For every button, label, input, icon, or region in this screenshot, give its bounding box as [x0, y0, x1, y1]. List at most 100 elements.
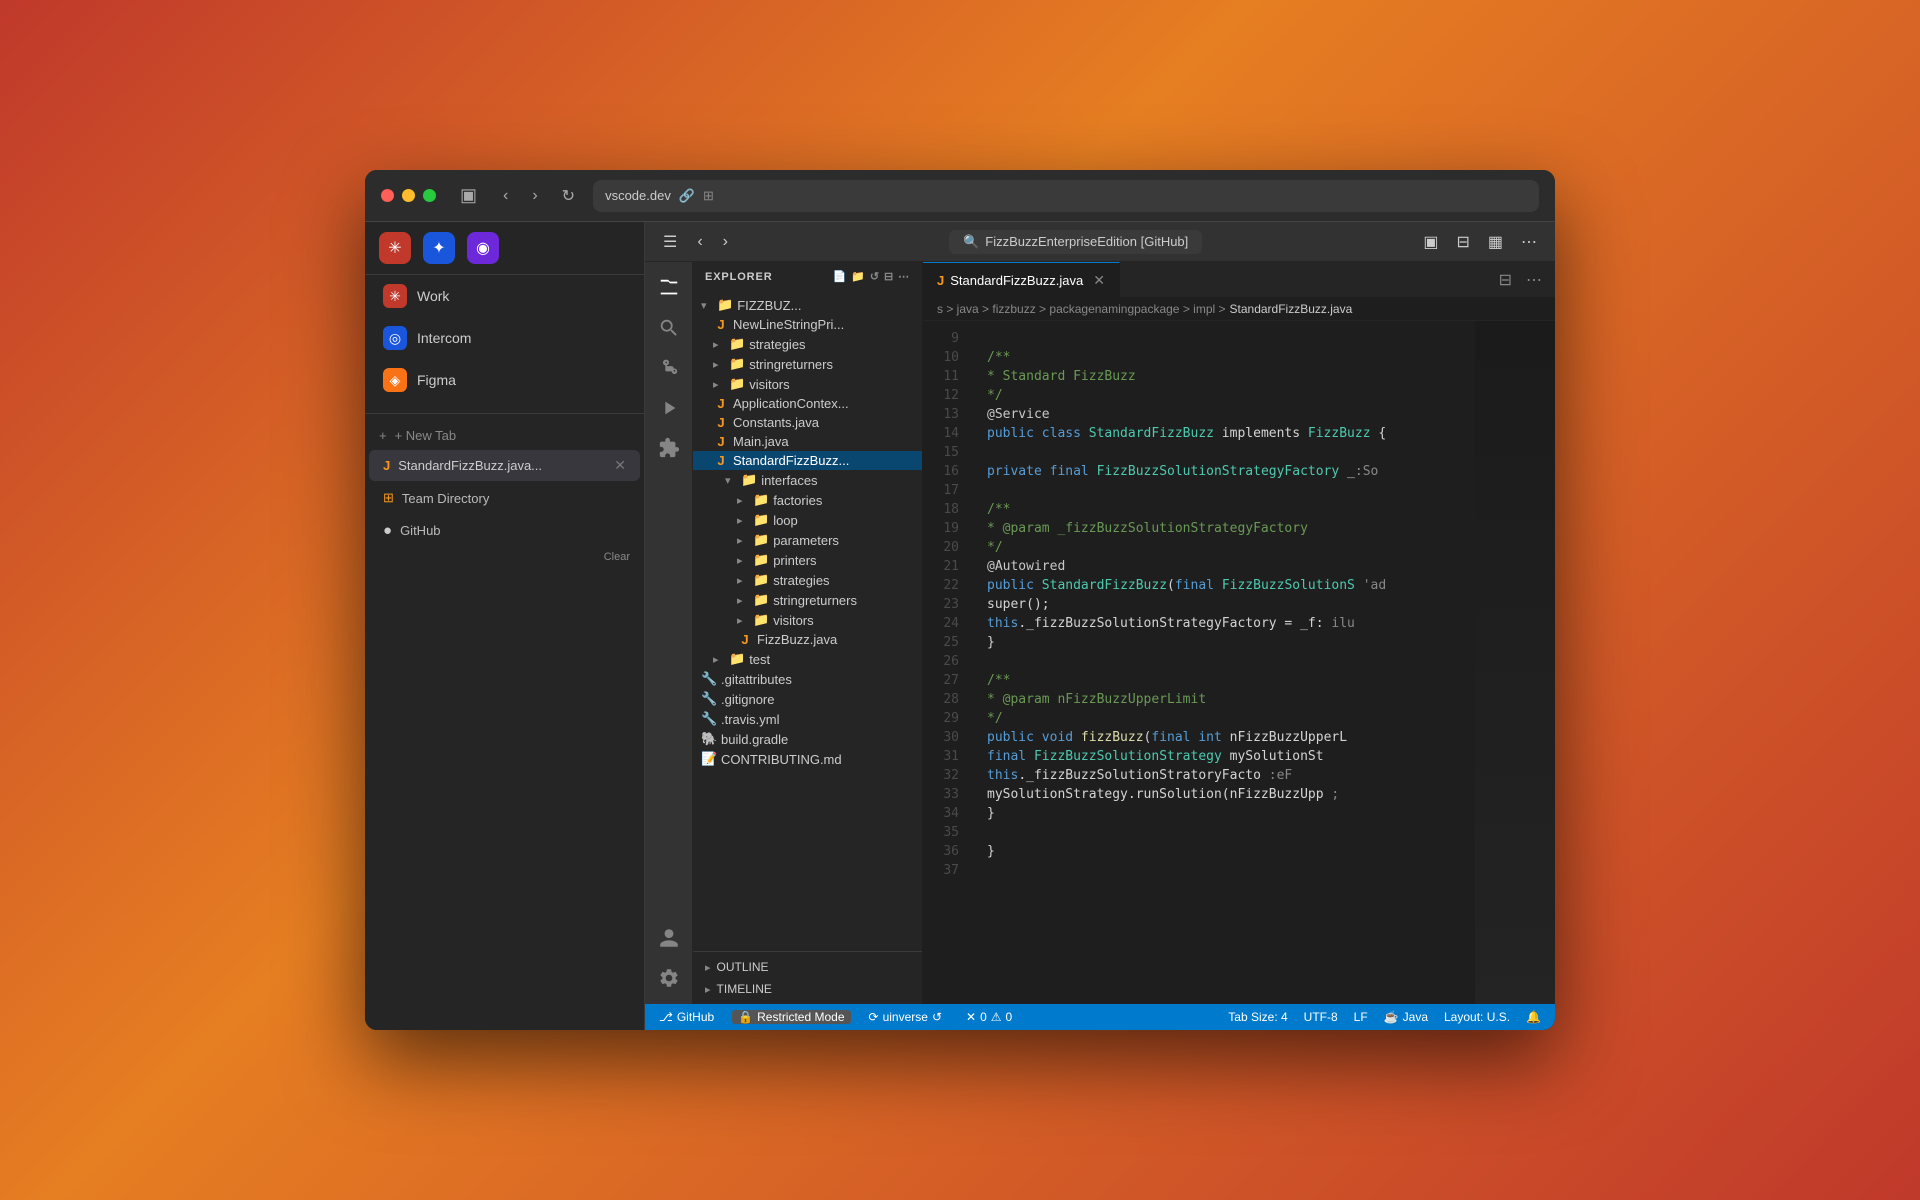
- source-control-activity-btn[interactable]: [651, 350, 687, 386]
- new-tab-button[interactable]: + + New Tab: [365, 422, 644, 449]
- status-uinverse[interactable]: ⟳ uinverse ↺: [863, 1010, 948, 1024]
- status-github[interactable]: ⎇ GitHub: [653, 1010, 720, 1024]
- editor-tab-standardfizzbuzz[interactable]: J StandardFizzBuzz.java ✕: [923, 262, 1120, 297]
- titlebar-forward-btn[interactable]: ›: [717, 230, 734, 254]
- code-line: [987, 481, 1459, 500]
- favicon-extensions[interactable]: ✳: [379, 232, 411, 264]
- sidebar-item-intercom[interactable]: ◎ Intercom: [369, 318, 640, 358]
- line-num: 35: [923, 823, 959, 842]
- tree-label: .gitattributes: [721, 672, 792, 687]
- layout-btn[interactable]: ▦: [1482, 229, 1509, 255]
- folder-icon: 📁: [729, 356, 745, 372]
- split-editor-right-btn[interactable]: ⊟: [1494, 267, 1517, 293]
- tree-folder-printers[interactable]: ▸ 📁 printers: [693, 550, 922, 570]
- repo-name-bar[interactable]: 🔍 FizzBuzzEnterpriseEdition [GitHub]: [949, 230, 1202, 254]
- favicon-slack[interactable]: ✦: [423, 232, 455, 264]
- tree-folder-stringreturners[interactable]: ▸ 📁 stringreturners: [693, 354, 922, 374]
- new-folder-icon[interactable]: 📁: [851, 270, 866, 283]
- tree-file-appcontext[interactable]: J ApplicationContex...: [693, 394, 922, 413]
- favicon-arc[interactable]: ◉: [467, 232, 499, 264]
- tree-folder-visitors[interactable]: ▸ 📁 visitors: [693, 374, 922, 394]
- status-encoding[interactable]: UTF-8: [1298, 1010, 1344, 1024]
- tree-folder-parameters[interactable]: ▸ 📁 parameters: [693, 530, 922, 550]
- tree-folder-visitors2[interactable]: ▸ 📁 visitors: [693, 610, 922, 630]
- refresh-icon[interactable]: ↺: [870, 270, 880, 283]
- tree-folder-test[interactable]: ▸ 📁 test: [693, 649, 922, 669]
- explorer-panel: EXPLORER 📄 📁 ↺ ⊟ ⋯ ▾ 📁: [693, 262, 923, 1004]
- titlebar-back-btn[interactable]: ‹: [691, 230, 708, 254]
- code-line: * @param nFizzBuzzUpperLimit: [987, 690, 1459, 709]
- more-actions-btn[interactable]: ⋯: [1515, 229, 1543, 255]
- status-layout[interactable]: Layout: U.S.: [1438, 1010, 1516, 1024]
- tree-file-newline[interactable]: J NewLineStringPri...: [693, 315, 922, 334]
- sidebar-toggle-btn[interactable]: ▣: [452, 181, 485, 210]
- status-tab-size-label: Tab Size: 4: [1228, 1010, 1287, 1024]
- collapse-icon[interactable]: ⊟: [884, 270, 894, 283]
- folder-chevron: ▸: [713, 338, 725, 351]
- split-editor-btn[interactable]: ⊟: [1450, 229, 1475, 255]
- editor-tab-close[interactable]: ✕: [1093, 272, 1105, 289]
- folder-chevron: ▸: [737, 534, 749, 547]
- forward-button[interactable]: ›: [526, 183, 543, 209]
- account-activity-btn[interactable]: [651, 920, 687, 956]
- tree-folder-interfaces[interactable]: ▾ 📁 interfaces: [693, 470, 922, 490]
- status-tab-size[interactable]: Tab Size: 4: [1222, 1010, 1293, 1024]
- explorer-activity-btn[interactable]: [651, 270, 687, 306]
- tree-label-printers: printers: [773, 553, 816, 568]
- outline-section[interactable]: ▸ OUTLINE: [693, 956, 922, 978]
- run-activity-btn[interactable]: [651, 390, 687, 426]
- sidebar-item-work[interactable]: ✳ Work: [369, 276, 640, 316]
- extensions-activity-btn[interactable]: [651, 430, 687, 466]
- tree-file-buildgradle[interactable]: 🐘 build.gradle: [693, 729, 922, 749]
- code-content[interactable]: /** * Standard FizzBuzz */ @Service publ…: [971, 321, 1475, 1004]
- close-traffic-light[interactable]: [381, 189, 394, 202]
- url-bar[interactable]: vscode.dev 🔗 ⊞: [593, 180, 1539, 212]
- tree-folder-strategies2[interactable]: ▸ 📁 strategies: [693, 570, 922, 590]
- status-language[interactable]: ☕ Java: [1378, 1010, 1434, 1024]
- tab-close-icon[interactable]: ✕: [614, 457, 626, 474]
- tree-label: build.gradle: [721, 732, 788, 747]
- refresh-button[interactable]: ↻: [556, 182, 581, 210]
- folder-icon: 📁: [753, 572, 769, 588]
- tree-file-constants[interactable]: J Constants.java: [693, 413, 922, 432]
- minimize-traffic-light[interactable]: [402, 189, 415, 202]
- tree-file-main[interactable]: J Main.java: [693, 432, 922, 451]
- more-icon[interactable]: ⋯: [898, 270, 910, 283]
- maximize-traffic-light[interactable]: [423, 189, 436, 202]
- timeline-section[interactable]: ▸ TIMELINE: [693, 978, 922, 1000]
- status-errors-count: 0: [980, 1010, 987, 1024]
- new-file-icon[interactable]: 📄: [833, 270, 848, 283]
- tree-folder-strategies[interactable]: ▸ 📁 strategies: [693, 334, 922, 354]
- clear-button[interactable]: Clear: [365, 547, 644, 567]
- tree-folder-loop[interactable]: ▸ 📁 loop: [693, 510, 922, 530]
- tree-file-standardfizzbuzz[interactable]: J StandardFizzBuzz...: [693, 451, 922, 470]
- status-restricted-mode[interactable]: 🔒 Restricted Mode: [732, 1010, 850, 1024]
- tree-file-fizzbuzz[interactable]: J FizzBuzz.java: [693, 630, 922, 649]
- more-btn[interactable]: ⋯: [1521, 267, 1547, 293]
- tree-file-gitignore[interactable]: 🔧 .gitignore: [693, 689, 922, 709]
- status-notifications[interactable]: 🔔: [1520, 1010, 1547, 1024]
- search-activity-btn[interactable]: [651, 310, 687, 346]
- code-line: /**: [987, 500, 1459, 519]
- tab-github[interactable]: ● GitHub: [369, 515, 640, 546]
- sidebar-item-figma[interactable]: ◈ Figma: [369, 360, 640, 400]
- code-line: [987, 329, 1459, 348]
- panel-toggle-btn[interactable]: ▣: [1417, 229, 1444, 255]
- status-errors[interactable]: ✕ 0 ⚠ 0: [960, 1010, 1018, 1024]
- code-line: [987, 823, 1459, 842]
- status-line-ending[interactable]: LF: [1348, 1010, 1374, 1024]
- tree-file-gitattributes[interactable]: 🔧 .gitattributes: [693, 669, 922, 689]
- sidebar-item-label-work: Work: [417, 288, 449, 304]
- tree-folder-factories[interactable]: ▸ 📁 factories: [693, 490, 922, 510]
- java-icon: J: [713, 317, 729, 332]
- tree-file-travis[interactable]: 🔧 .travis.yml: [693, 709, 922, 729]
- tree-file-contributing[interactable]: 📝 CONTRIBUTING.md: [693, 749, 922, 769]
- refresh-icon: ↺: [932, 1010, 942, 1024]
- back-button[interactable]: ‹: [497, 183, 514, 209]
- titlebar-menu-btn[interactable]: ☰: [657, 229, 683, 255]
- settings-activity-btn[interactable]: [651, 960, 687, 996]
- tab-team-directory[interactable]: ⊞ Team Directory: [369, 483, 640, 513]
- tree-root-folder[interactable]: ▾ 📁 FIZZBUZ...: [693, 295, 922, 315]
- tree-folder-stringreturners2[interactable]: ▸ 📁 stringreturners: [693, 590, 922, 610]
- tab-standardfizzbuzz[interactable]: J StandardFizzBuzz.java... ✕: [369, 450, 640, 481]
